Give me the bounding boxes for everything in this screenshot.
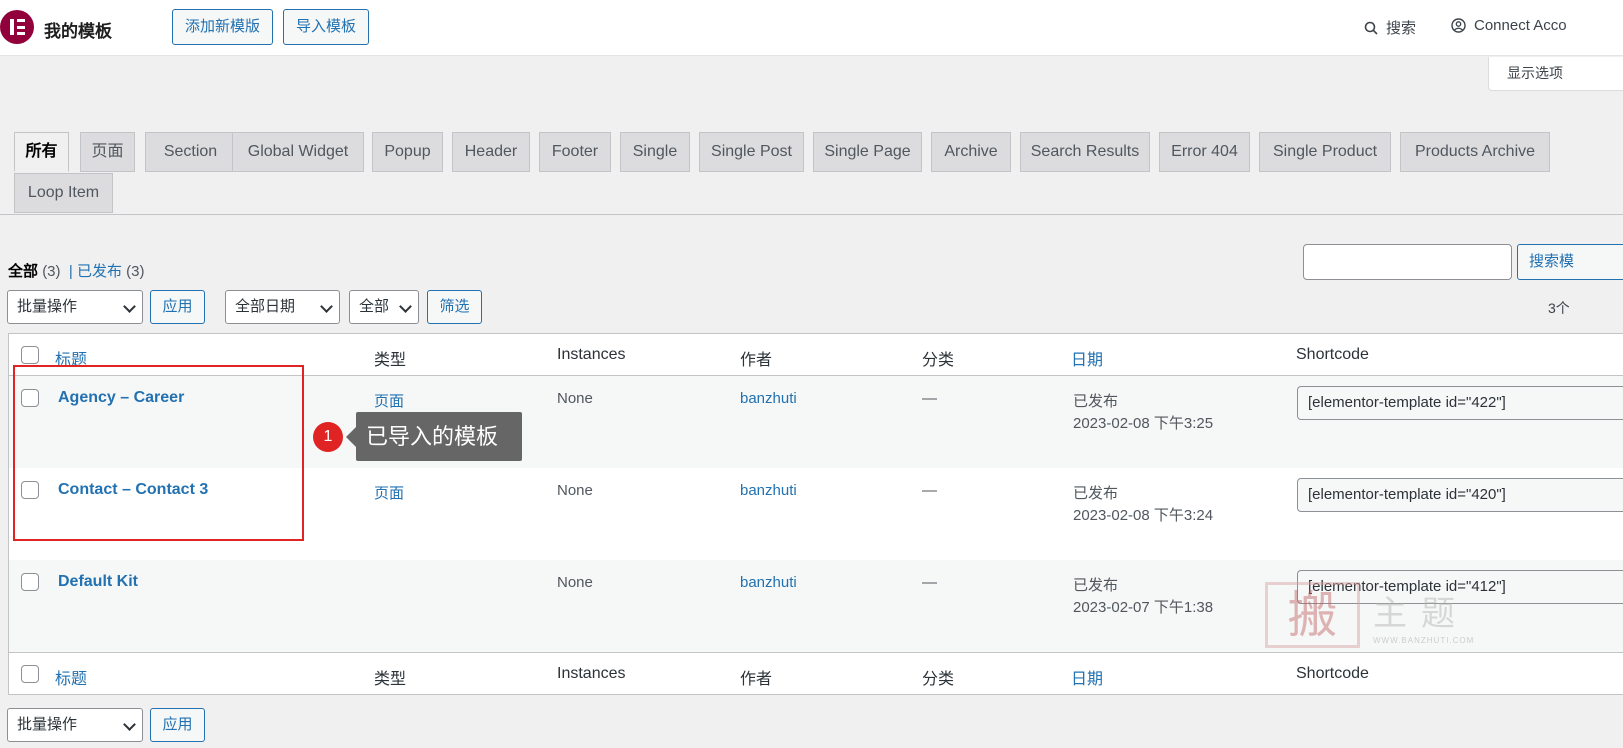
tab-single-post[interactable]: Single Post <box>699 132 804 172</box>
top-bar: 我的模板 添加新模版 导入模板 搜索 Connect Acco <box>0 0 1623 56</box>
column-author: 作者 <box>740 352 773 369</box>
column-instances: Instances <box>557 346 626 363</box>
row-type[interactable]: 页面 <box>374 390 404 411</box>
status-views: 全部 (3) | 已发布 (3) <box>8 260 144 281</box>
search-templates-button[interactable]: 搜索模 <box>1517 244 1623 280</box>
view-published-count: (3) <box>126 263 145 280</box>
view-all[interactable]: 全部 <box>8 263 38 280</box>
items-count: 3个 <box>1548 300 1570 316</box>
type-filter-value: 全部 <box>359 298 390 315</box>
row-category: — <box>922 482 937 499</box>
date-filter-select[interactable]: 全部日期 <box>225 290 340 324</box>
tab-archive[interactable]: Archive <box>931 132 1011 172</box>
view-all-count: (3) <box>42 263 61 280</box>
apply-button[interactable]: 应用 <box>150 290 205 324</box>
tab-single-page[interactable]: Single Page <box>813 132 922 172</box>
add-new-template-button[interactable]: 添加新模版 <box>172 9 274 45</box>
column-title-footer[interactable]: 标题 <box>55 665 87 689</box>
column-author-footer: 作者 <box>740 671 773 688</box>
watermark-url: WWW.BANZHUTI.COM <box>1373 636 1475 645</box>
import-templates-button[interactable]: 导入模板 <box>283 9 370 45</box>
chevron-down-icon <box>123 300 136 313</box>
bulk-action-select-bottom[interactable]: 批量操作 <box>7 708 143 742</box>
column-shortcode-footer: Shortcode <box>1296 665 1369 682</box>
filter-button[interactable]: 筛选 <box>427 290 482 324</box>
row-status: 已发布 <box>1073 393 1119 410</box>
row-type[interactable]: 页面 <box>374 482 404 503</box>
annotation-badge: 1 <box>313 422 343 452</box>
chevron-down-icon <box>123 718 136 731</box>
row-author[interactable]: banzhuti <box>740 390 797 407</box>
connect-label: Connect Acco <box>1474 17 1567 34</box>
date-filter-value: 全部日期 <box>235 298 296 315</box>
tab-search-results[interactable]: Search Results <box>1020 132 1150 172</box>
tab-page[interactable]: 页面 <box>80 132 135 172</box>
apply-button-bottom[interactable]: 应用 <box>150 708 205 742</box>
tab-single-product[interactable]: Single Product <box>1259 132 1391 172</box>
chevron-down-icon <box>320 300 333 313</box>
row-author[interactable]: banzhuti <box>740 574 797 591</box>
view-separator: | <box>68 263 73 280</box>
row-instances: None <box>557 574 593 591</box>
column-date-footer[interactable]: 日期 <box>1071 665 1103 689</box>
table-footer: 标题 类型 Instances 作者 分类 日期 Shortcode <box>9 652 1623 694</box>
watermark-text: 主题 <box>1373 594 1469 634</box>
tab-error-404[interactable]: Error 404 <box>1159 132 1250 172</box>
row-category: — <box>922 390 937 407</box>
row-shortcode-field[interactable]: [elementor-template id="422"] <box>1297 386 1623 420</box>
tab-loop-item[interactable]: Loop Item <box>14 173 113 213</box>
annotation-tooltip: 已导入的模板 <box>346 412 522 461</box>
row-instances: None <box>557 482 593 499</box>
header-search[interactable]: 搜索 <box>1364 17 1416 38</box>
row-status: 已发布 <box>1073 485 1119 502</box>
select-all-checkbox-footer[interactable] <box>21 665 39 683</box>
imported-templates-highlight <box>13 365 304 541</box>
tab-popup[interactable]: Popup <box>372 132 443 172</box>
tab-header[interactable]: Header <box>452 132 530 172</box>
row-date: 2023-02-08 下午3:25 <box>1073 415 1214 432</box>
select-all-checkbox[interactable] <box>21 346 39 364</box>
row-author[interactable]: banzhuti <box>740 482 797 499</box>
page-title: 我的模板 <box>44 22 112 41</box>
bulk-action-value-bottom: 批量操作 <box>17 716 78 733</box>
column-type: 类型 <box>374 352 407 369</box>
bulk-action-select[interactable]: 批量操作 <box>7 290 143 324</box>
tab-single[interactable]: Single <box>620 132 690 172</box>
column-category-footer: 分类 <box>922 671 955 688</box>
elementor-logo-icon <box>0 10 34 44</box>
row-date: 2023-02-07 下午1:38 <box>1073 599 1214 616</box>
bulk-action-value: 批量操作 <box>17 298 78 315</box>
tab-section[interactable]: Section <box>145 132 236 172</box>
column-type-footer: 类型 <box>374 671 407 688</box>
watermark: 搬 主题 WWW.BANZHUTI.COM <box>1265 582 1495 652</box>
chevron-down-icon <box>399 300 412 313</box>
screen-options-button[interactable]: 显示选项 <box>1488 57 1623 91</box>
column-instances-footer: Instances <box>557 665 626 682</box>
tab-all[interactable]: 所有 <box>14 132 69 172</box>
watermark-seal: 搬 <box>1265 582 1360 648</box>
connect-account[interactable]: Connect Acco <box>1451 17 1567 34</box>
user-circle-icon <box>1451 18 1466 33</box>
search-label: 搜索 <box>1386 20 1417 37</box>
row-status: 已发布 <box>1073 577 1119 594</box>
type-filter-select[interactable]: 全部 <box>349 290 419 324</box>
row-instances: None <box>557 390 593 407</box>
row-shortcode-field[interactable]: [elementor-template id="420"] <box>1297 478 1623 512</box>
row-checkbox[interactable] <box>21 573 39 591</box>
tab-global-widget[interactable]: Global Widget <box>232 132 364 172</box>
column-shortcode: Shortcode <box>1296 346 1369 363</box>
row-date: 2023-02-08 下午3:24 <box>1073 507 1214 524</box>
column-date[interactable]: 日期 <box>1071 346 1103 370</box>
template-search-input[interactable] <box>1303 244 1512 280</box>
tab-footer[interactable]: Footer <box>539 132 611 172</box>
view-published[interactable]: 已发布 <box>77 263 122 280</box>
row-category: — <box>922 574 937 591</box>
tab-products-archive[interactable]: Products Archive <box>1400 132 1550 172</box>
column-category: 分类 <box>922 352 955 369</box>
tabs-divider <box>0 214 1623 215</box>
row-title-link[interactable]: Default Kit <box>58 573 138 591</box>
search-icon <box>1364 21 1378 35</box>
